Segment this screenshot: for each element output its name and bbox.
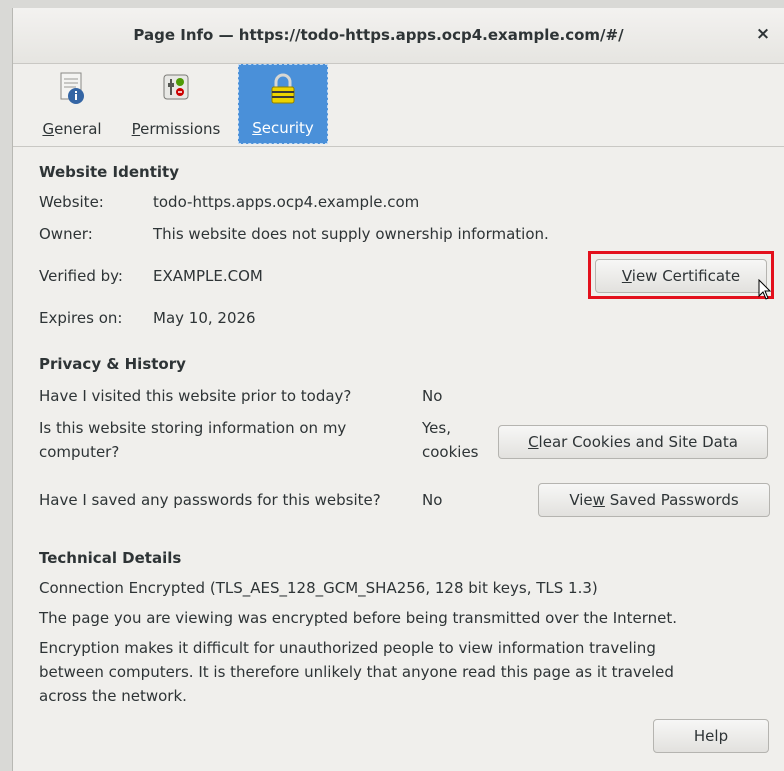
- owner-label: Owner:: [39, 225, 93, 243]
- website-identity-heading: Website Identity: [39, 163, 179, 181]
- tab-label-general: General: [42, 120, 102, 138]
- highlight-box: [588, 251, 774, 299]
- verified-by-value: EXAMPLE.COM: [153, 267, 263, 285]
- storing-question-line2: computer?: [39, 443, 120, 461]
- verified-by-label: Verified by:: [39, 267, 123, 285]
- security-panel: Website Identity Website: todo-https.app…: [13, 147, 784, 771]
- privacy-history-heading: Privacy & History: [39, 355, 186, 373]
- tab-security[interactable]: Security: [238, 64, 328, 144]
- clear-cookies-button[interactable]: Clear Cookies and Site Data: [498, 425, 768, 459]
- website-label: Website:: [39, 193, 104, 211]
- expires-on-label: Expires on:: [39, 309, 123, 327]
- close-icon[interactable]: ×: [752, 23, 774, 45]
- expires-on-value: May 10, 2026: [153, 309, 256, 327]
- tab-general[interactable]: General: [31, 64, 113, 144]
- help-button[interactable]: Help: [653, 719, 769, 753]
- info-document-icon: [60, 72, 84, 104]
- tab-toolbar: General Permissions Security: [13, 64, 784, 147]
- tab-label-security: Security: [252, 119, 314, 137]
- visited-question: Have I visited this website prior to tod…: [39, 387, 352, 405]
- page-info-window: Page Info — https://todo-https.apps.ocp4…: [12, 8, 784, 771]
- storing-question-line1: Is this website storing information on m…: [39, 419, 347, 437]
- encryption-explanation-line2: between computers. It is therefore unlik…: [39, 663, 674, 681]
- mouse-cursor-icon: [758, 279, 772, 300]
- passwords-answer: No: [422, 491, 443, 509]
- permissions-toggle-icon: [163, 74, 189, 100]
- connection-encrypted-text: Connection Encrypted (TLS_AES_128_GCM_SH…: [39, 579, 598, 597]
- encrypted-page-text: The page you are viewing was encrypted b…: [39, 609, 678, 627]
- view-saved-passwords-button[interactable]: View Saved Passwords: [538, 483, 770, 517]
- window-title: Page Info — https://todo-https.apps.ocp4…: [133, 26, 624, 44]
- visited-answer: No: [422, 387, 443, 405]
- technical-details-heading: Technical Details: [39, 549, 182, 567]
- storing-answer-line1: Yes,: [422, 419, 451, 437]
- tab-permissions[interactable]: Permissions: [121, 64, 231, 144]
- passwords-question: Have I saved any passwords for this webs…: [39, 491, 381, 509]
- tab-label-permissions: Permissions: [131, 120, 221, 138]
- website-value: todo-https.apps.ocp4.example.com: [153, 193, 420, 211]
- titlebar[interactable]: Page Info — https://todo-https.apps.ocp4…: [13, 8, 784, 64]
- encryption-explanation-line1: Encryption makes it difficult for unauth…: [39, 639, 656, 657]
- owner-value: This website does not supply ownership i…: [153, 225, 549, 243]
- padlock-icon: [271, 73, 295, 104]
- storing-answer-line2: cookies: [422, 443, 479, 461]
- encryption-explanation-line3: across the network.: [39, 687, 187, 705]
